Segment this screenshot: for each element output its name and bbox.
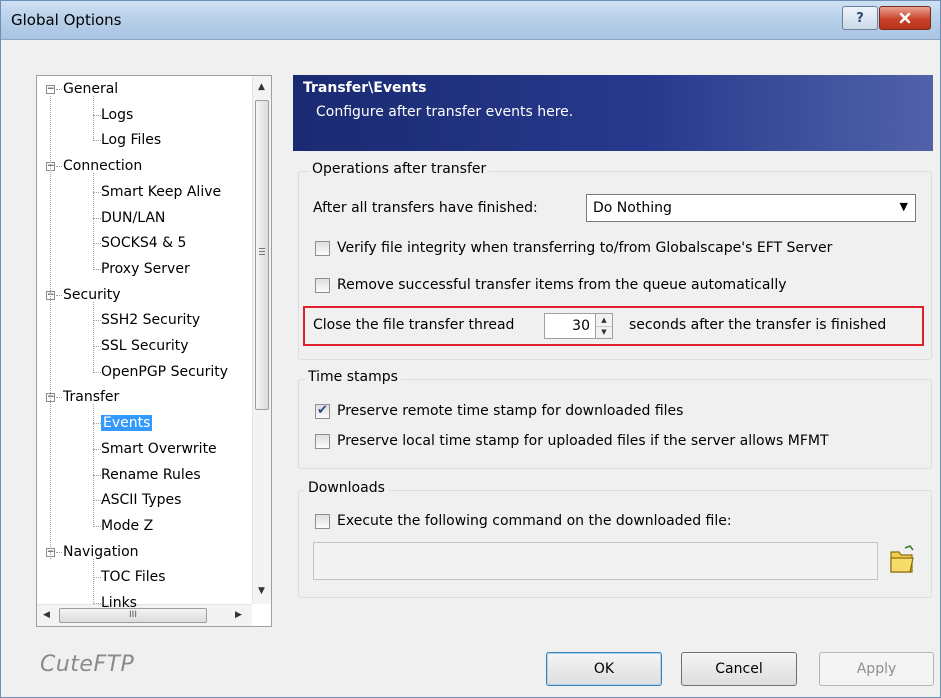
tree-item-ascii-types[interactable]: ASCII Types bbox=[101, 489, 181, 511]
preserve-local-label: Preserve local time stamp for uploaded f… bbox=[337, 433, 829, 449]
tree-item-label: Log Files bbox=[101, 132, 162, 149]
dropdown-arrow-icon: ▼ bbox=[899, 200, 908, 213]
tree-item-security[interactable]: Security bbox=[63, 284, 121, 306]
timestamps-group-label: Time stamps bbox=[305, 369, 401, 385]
tree-horizontal-scrollbar[interactable]: ◀ III ▶ bbox=[37, 604, 252, 626]
tree-item-connection[interactable]: Connection bbox=[63, 155, 142, 177]
tree-item-label: SOCKS4 & 5 bbox=[101, 235, 187, 252]
options-tree[interactable]: ▲ ▼ ◀ III ▶ − General Logs Log Files − Connec… bbox=[36, 75, 272, 627]
tree-vertical-scrollbar[interactable]: ▲ ▼ bbox=[252, 76, 271, 604]
scroll-up-arrow-icon[interactable]: ▲ bbox=[258, 82, 265, 92]
tree-item-log-files[interactable]: Log Files bbox=[101, 129, 161, 151]
tree-item-label: Rename Rules bbox=[101, 466, 201, 483]
tree-item-label: DUN/LAN bbox=[101, 209, 166, 226]
tree-item-label: Transfer bbox=[63, 389, 120, 406]
tree-item-label: ASCII Types bbox=[101, 492, 182, 509]
tree-item-label: Proxy Server bbox=[101, 260, 190, 277]
tree-item-label: OpenPGP Security bbox=[101, 363, 229, 380]
section-title: Transfer\Events bbox=[303, 80, 427, 96]
tree-item-label: TOC Files bbox=[101, 569, 166, 586]
tree-item-transfer[interactable]: Transfer bbox=[63, 386, 119, 408]
tree-item-label: Navigation bbox=[63, 543, 139, 560]
tree-item-label: Smart Keep Alive bbox=[101, 183, 222, 200]
section-header: Transfer\Events Configure after transfer… bbox=[293, 75, 933, 151]
tree-vertical-scroll-thumb[interactable] bbox=[255, 100, 269, 410]
verify-integrity-checkbox[interactable] bbox=[315, 241, 330, 256]
global-options-window: Global Options ? ▲ ▼ ◀ III ▶ − General Log… bbox=[0, 0, 941, 698]
tree-item-ssh2-security[interactable]: SSH2 Security bbox=[101, 309, 200, 331]
apply-button[interactable]: Apply bbox=[819, 652, 934, 686]
scroll-left-arrow-icon[interactable]: ◀ bbox=[43, 610, 50, 620]
close-button[interactable] bbox=[879, 6, 931, 30]
after-transfers-value: Do Nothing bbox=[593, 200, 672, 216]
tree-collapse-icon[interactable]: − bbox=[46, 85, 55, 94]
cancel-button[interactable]: Cancel bbox=[681, 652, 797, 686]
downloads-group-label: Downloads bbox=[305, 480, 388, 496]
tree-item-label: Smart Overwrite bbox=[101, 440, 217, 457]
close-thread-prefix: Close the file transfer thread bbox=[313, 317, 515, 333]
verify-integrity-label: Verify file integrity when transferring … bbox=[337, 240, 833, 256]
after-transfers-label: After all transfers have finished: bbox=[313, 200, 538, 216]
tree-item-socks4-5[interactable]: SOCKS4 & 5 bbox=[101, 232, 186, 254]
folder-icon bbox=[890, 545, 914, 573]
remove-items-label: Remove successful transfer items from th… bbox=[337, 277, 787, 293]
execute-command-checkbox[interactable] bbox=[315, 514, 330, 529]
tree-item-label: Security bbox=[63, 286, 121, 303]
close-icon bbox=[899, 12, 911, 24]
tree-item-label: General bbox=[63, 81, 119, 97]
tree-item-proxy-server[interactable]: Proxy Server bbox=[101, 258, 190, 280]
scroll-down-arrow-icon[interactable]: ▼ bbox=[258, 586, 265, 596]
execute-command-label: Execute the following command on the dow… bbox=[337, 513, 732, 529]
scroll-right-arrow-icon[interactable]: ▶ bbox=[235, 610, 242, 620]
after-transfers-dropdown[interactable]: Do Nothing ▼ bbox=[586, 194, 916, 222]
help-icon: ? bbox=[856, 10, 864, 26]
close-thread-suffix: seconds after the transfer is finished bbox=[629, 317, 887, 333]
tree-item-label: Logs bbox=[101, 106, 134, 123]
brand-logo: CuteFTP bbox=[40, 652, 135, 677]
close-thread-seconds-input[interactable]: 30 bbox=[544, 313, 596, 339]
section-subtitle: Configure after transfer events here. bbox=[316, 104, 574, 120]
preserve-remote-label: Preserve remote time stamp for downloade… bbox=[337, 403, 684, 419]
tree-item-smart-keep-alive[interactable]: Smart Keep Alive bbox=[101, 181, 221, 203]
tree-item-links[interactable]: Links bbox=[101, 592, 137, 614]
tree-item-ssl-security[interactable]: SSL Security bbox=[101, 335, 189, 357]
tree-item-logs[interactable]: Logs bbox=[101, 104, 133, 126]
operations-group-label: Operations after transfer bbox=[309, 161, 490, 177]
ok-button[interactable]: OK bbox=[546, 652, 662, 686]
tree-item-events[interactable]: Events bbox=[101, 412, 153, 434]
title-bar[interactable]: Global Options ? bbox=[1, 1, 940, 40]
timestamps-group: Time stamps bbox=[298, 369, 932, 469]
help-button[interactable]: ? bbox=[842, 6, 878, 30]
tree-item-navigation[interactable]: Navigation bbox=[63, 541, 139, 563]
tree-item-dun-lan[interactable]: DUN/LAN bbox=[101, 207, 165, 229]
tree-item-label: Connection bbox=[63, 158, 143, 175]
tree-item-toc-files[interactable]: TOC Files bbox=[101, 566, 166, 588]
command-input[interactable] bbox=[313, 542, 878, 580]
tree-item-label: SSH2 Security bbox=[101, 312, 201, 329]
browse-folder-button[interactable] bbox=[887, 544, 917, 576]
tree-item-general[interactable]: General bbox=[63, 78, 118, 100]
spin-down-icon[interactable]: ▼ bbox=[596, 326, 612, 338]
remove-items-checkbox[interactable] bbox=[315, 278, 330, 293]
tree-item-label: Events bbox=[101, 415, 153, 432]
tree-item-rename-rules[interactable]: Rename Rules bbox=[101, 464, 201, 486]
tree-item-mode-z[interactable]: Mode Z bbox=[101, 515, 153, 537]
tree-item-openpgp-security[interactable]: OpenPGP Security bbox=[101, 361, 228, 383]
preserve-local-checkbox[interactable] bbox=[315, 434, 330, 449]
close-thread-spinner[interactable]: ▲ ▼ bbox=[595, 313, 613, 339]
preserve-remote-checkbox[interactable]: ✔ bbox=[315, 404, 330, 419]
tree-item-label: Links bbox=[101, 595, 137, 611]
tree-item-label: SSL Security bbox=[101, 338, 189, 354]
tree-item-smart-overwrite[interactable]: Smart Overwrite bbox=[101, 438, 217, 460]
window-title: Global Options bbox=[11, 11, 122, 29]
tree-item-label: Mode Z bbox=[101, 517, 154, 534]
